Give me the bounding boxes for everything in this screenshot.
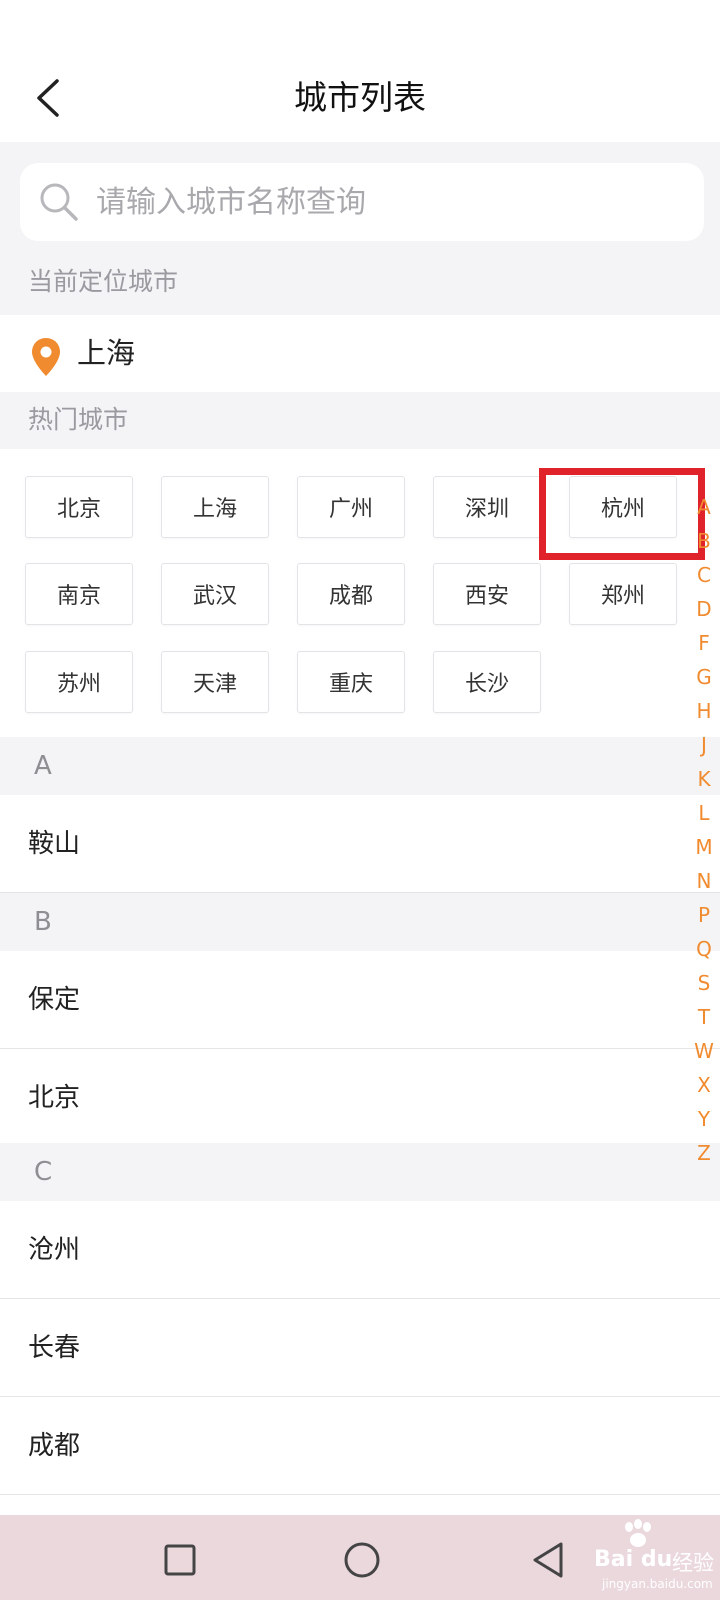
page-title: 城市列表: [294, 78, 426, 117]
index-letter[interactable]: A: [690, 490, 718, 524]
hot-city-chip[interactable]: 成都: [297, 563, 405, 625]
hot-city-chip[interactable]: 天津: [161, 651, 269, 713]
recent-apps-button[interactable]: [158, 1538, 202, 1582]
current-city-label: 当前定位城市: [0, 254, 720, 315]
baidu-watermark: Bai du 经验 jingyan.baidu.com: [594, 1517, 720, 1599]
current-city-name: 上海: [77, 336, 136, 370]
index-letter[interactable]: W: [690, 1034, 718, 1068]
city-row[interactable]: 沧州: [0, 1201, 720, 1299]
index-letter[interactable]: M: [690, 830, 718, 864]
index-letter[interactable]: H: [690, 694, 718, 728]
hot-city-chip[interactable]: 深圳: [433, 476, 541, 538]
index-letter[interactable]: K: [690, 762, 718, 796]
location-pin-icon: [32, 338, 60, 376]
city-row[interactable]: 鞍山: [0, 795, 720, 893]
index-letter[interactable]: Q: [690, 932, 718, 966]
hot-city-chip[interactable]: 广州: [297, 476, 405, 538]
letter-header: B: [0, 893, 720, 951]
nav-back-button[interactable]: [524, 1536, 572, 1584]
hot-city-chip[interactable]: 长沙: [433, 651, 541, 713]
circle-icon: [344, 1542, 380, 1578]
index-letter[interactable]: Z: [690, 1136, 718, 1170]
city-row[interactable]: 成都: [0, 1397, 720, 1495]
index-letter[interactable]: C: [690, 558, 718, 592]
city-row[interactable]: 长春: [0, 1299, 720, 1397]
letter-header: C: [0, 1143, 720, 1201]
letter-header: A: [0, 737, 720, 795]
index-letter[interactable]: B: [690, 524, 718, 558]
index-letter[interactable]: S: [690, 966, 718, 1000]
index-letter[interactable]: Y: [690, 1102, 718, 1136]
city-row[interactable]: 北京: [0, 1049, 720, 1147]
watermark-brand: Bai du: [594, 1547, 673, 1572]
hot-city-chip[interactable]: 苏州: [25, 651, 133, 713]
index-letter[interactable]: T: [690, 1000, 718, 1034]
hot-cities-label: 热门城市: [0, 392, 720, 449]
hot-city-chip[interactable]: 上海: [161, 476, 269, 538]
search-input[interactable]: [96, 171, 656, 233]
hot-city-chip[interactable]: 郑州: [569, 563, 677, 625]
index-letter[interactable]: P: [690, 898, 718, 932]
city-row[interactable]: 保定: [0, 951, 720, 1049]
index-letter[interactable]: X: [690, 1068, 718, 1102]
index-letter[interactable]: L: [690, 796, 718, 830]
home-button[interactable]: [338, 1536, 386, 1584]
watermark-tag: 经验: [672, 1551, 714, 1575]
index-letter[interactable]: F: [690, 626, 718, 660]
index-letter[interactable]: D: [690, 592, 718, 626]
index-letter[interactable]: J: [690, 728, 718, 762]
hot-city-chip[interactable]: 北京: [25, 476, 133, 538]
hot-city-chip[interactable]: 武汉: [161, 563, 269, 625]
back-triangle-icon: [533, 1542, 563, 1578]
hot-city-chip[interactable]: 南京: [25, 563, 133, 625]
search-icon: [40, 183, 78, 221]
hot-city-chip[interactable]: 重庆: [297, 651, 405, 713]
index-letter[interactable]: G: [690, 660, 718, 694]
square-icon: [164, 1544, 196, 1576]
watermark-url: jingyan.baidu.com: [602, 1577, 713, 1591]
hot-city-chip[interactable]: 西安: [433, 563, 541, 625]
index-letter[interactable]: N: [690, 864, 718, 898]
paw-icon: [625, 1519, 651, 1547]
alphabet-index[interactable]: A B C D F G H J K L M N P Q S T W X Y Z: [690, 490, 718, 1170]
highlight-box: [539, 468, 705, 560]
